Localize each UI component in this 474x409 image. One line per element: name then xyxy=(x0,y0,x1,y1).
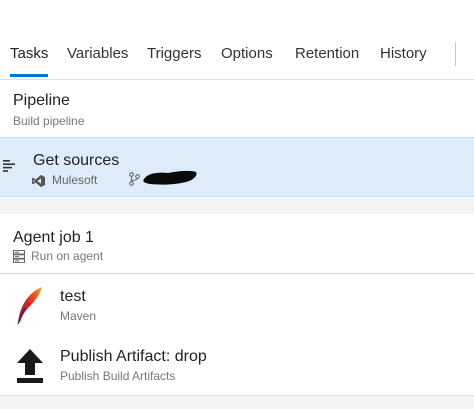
task-row-maven[interactable]: test Maven xyxy=(0,278,474,336)
drag-handle-icon[interactable] xyxy=(3,159,19,177)
agent-job-row[interactable]: Agent job 1 Run on agent xyxy=(0,214,474,274)
task-subtitle: Maven xyxy=(60,309,97,323)
tab-tasks[interactable]: Tasks xyxy=(10,45,48,62)
agent-job-subtitle: Run on agent xyxy=(31,249,104,263)
task-subtitle: Publish Build Artifacts xyxy=(60,369,176,383)
tab-divider xyxy=(455,42,456,66)
task-row-publish-artifact[interactable]: Publish Artifact: drop Publish Build Art… xyxy=(0,338,474,396)
active-tab-indicator xyxy=(10,74,48,77)
upload-arrow-icon xyxy=(14,347,46,390)
repository-name: Mulesoft xyxy=(52,173,98,187)
get-sources-row[interactable]: Get sources Mulesoft xyxy=(0,137,474,197)
tab-retention[interactable]: Retention xyxy=(295,45,359,62)
redacted-branch-name xyxy=(142,167,198,192)
pipeline-row[interactable]: Pipeline Build pipeline xyxy=(0,81,474,137)
section-separator xyxy=(0,198,474,214)
pipeline-title: Pipeline xyxy=(13,92,70,109)
tab-variables[interactable]: Variables xyxy=(67,45,128,62)
tab-history[interactable]: History xyxy=(380,45,427,62)
task-title: Publish Artifact: drop xyxy=(60,348,207,365)
maven-feather-icon xyxy=(14,286,46,331)
get-sources-title: Get sources xyxy=(33,152,120,169)
branch-icon xyxy=(129,172,140,191)
tab-triggers[interactable]: Triggers xyxy=(147,45,201,62)
tab-bar: Tasks Variables Triggers Options Retenti… xyxy=(0,0,474,80)
tab-options[interactable]: Options xyxy=(221,45,273,62)
server-icon xyxy=(13,250,25,268)
task-title: test xyxy=(60,288,86,305)
agent-job-title: Agent job 1 xyxy=(13,229,94,246)
pipeline-subtitle: Build pipeline xyxy=(13,114,85,128)
visual-studio-icon xyxy=(32,174,45,192)
add-task-area xyxy=(0,395,474,409)
